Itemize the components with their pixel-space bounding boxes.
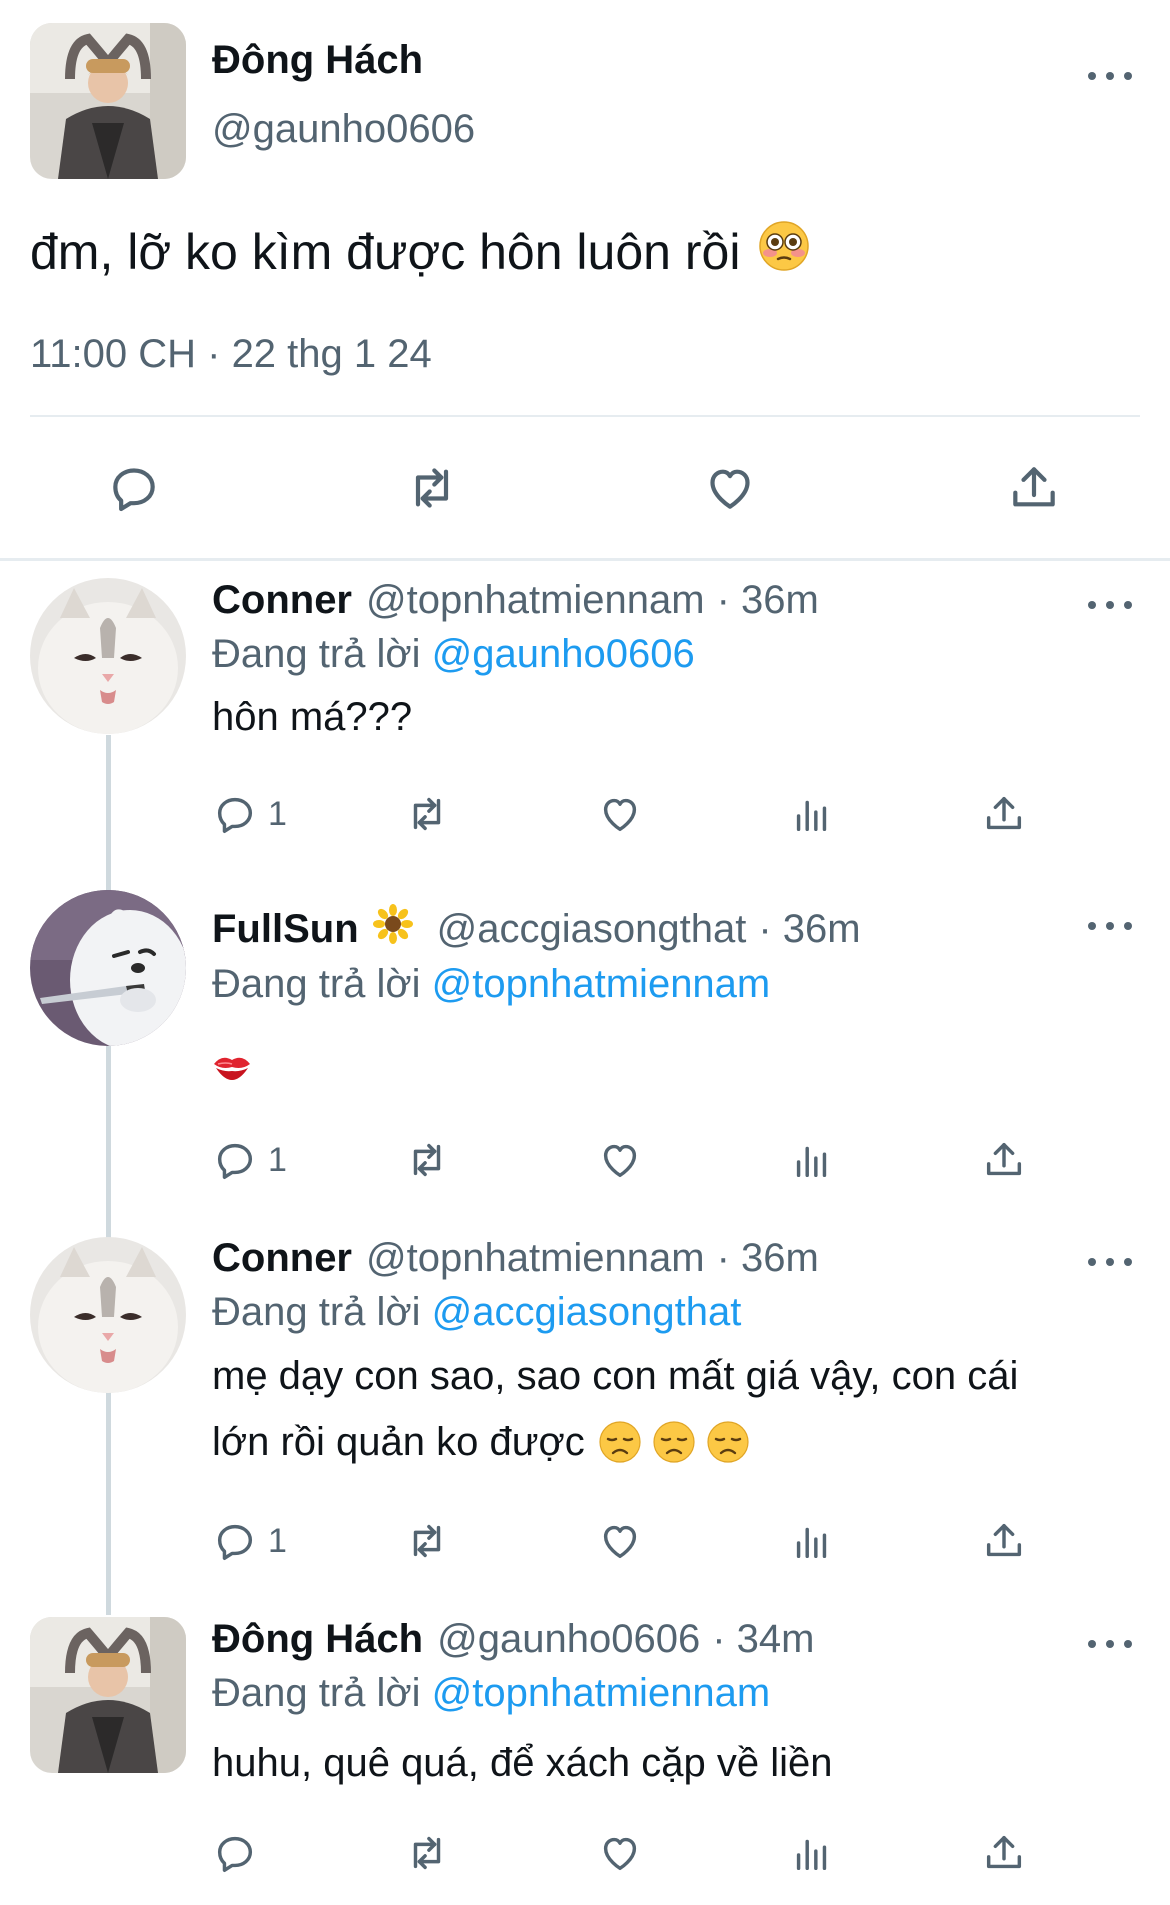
reply-count: 1	[268, 794, 287, 833]
reply-handle[interactable]: @topnhatmiennam	[366, 578, 705, 623]
replying-to-mention[interactable]: @topnhatmiennam	[432, 962, 771, 1006]
more-options-icon[interactable]	[1088, 595, 1132, 615]
kiss-mark-emoji	[212, 1050, 252, 1089]
reply-button[interactable]: 1	[212, 1137, 287, 1183]
replying-to-prefix: Đang trả lời	[212, 962, 421, 1006]
replying-to-mention[interactable]: @topnhatmiennam	[432, 1671, 771, 1715]
reply-button[interactable]: 1	[212, 791, 287, 837]
tweet-text-body: đm, lỡ ko kìm được hôn luôn rồi	[30, 224, 741, 280]
replying-to: Đang trả lời @topnhatmiennam	[212, 962, 770, 1007]
like-icon[interactable]	[597, 1137, 643, 1183]
reply-text-line: mẹ dạy con sao, sao con mất giá vậy, con…	[212, 1354, 1019, 1398]
author-display-name[interactable]: Đông Hách	[212, 38, 423, 83]
reply-header: Conner @topnhatmiennam · 36m	[212, 1236, 819, 1281]
reply-header: FullSun @accgiasongthat · 36m	[212, 904, 861, 954]
replying-to-prefix: Đang trả lời	[212, 632, 421, 676]
share-icon[interactable]	[981, 1830, 1027, 1876]
reply-display-name[interactable]: Conner	[212, 1236, 352, 1281]
reply-handle[interactable]: @gaunho0606	[437, 1617, 700, 1662]
retweet-icon[interactable]	[404, 460, 460, 516]
disappointed-face-emoji	[653, 1421, 695, 1463]
section-divider	[0, 558, 1170, 561]
reply-header: Đông Hách @gaunho0606 · 34m	[212, 1617, 814, 1662]
tweet-text: đm, lỡ ko kìm được hôn luôn rồi	[30, 220, 810, 284]
more-options-icon[interactable]	[1088, 1634, 1132, 1654]
analytics-icon[interactable]	[789, 1830, 835, 1876]
reply-handle[interactable]: @accgiasongthat	[437, 907, 747, 952]
reply-time[interactable]: · 36m	[717, 1236, 819, 1281]
reply-display-name[interactable]: Conner	[212, 578, 352, 623]
retweet-icon[interactable]	[404, 1830, 450, 1876]
disappointed-face-emojis	[599, 1421, 749, 1463]
sunflower-emoji	[372, 904, 413, 954]
analytics-icon[interactable]	[789, 1137, 835, 1183]
reply-icon[interactable]	[212, 1830, 258, 1876]
reply-handle[interactable]: @topnhatmiennam	[366, 1236, 705, 1281]
like-icon[interactable]	[597, 1518, 643, 1564]
reply-icon[interactable]	[212, 791, 258, 837]
reply-text: hôn má???	[212, 695, 413, 739]
reply-count: 1	[268, 1140, 287, 1179]
more-options-icon[interactable]	[1088, 1252, 1132, 1272]
replying-to-prefix: Đang trả lời	[212, 1671, 421, 1715]
more-options-icon[interactable]	[1088, 916, 1132, 936]
reply-header: Conner @topnhatmiennam · 36m	[212, 578, 819, 623]
tweet-timestamp[interactable]: 11:00 CH · 22 thg 1 24	[30, 332, 432, 377]
replying-to-prefix: Đang trả lời	[212, 1290, 421, 1334]
reply-text: mẹ dạy con sao, sao con mất giá vậy, con…	[212, 1352, 1112, 1466]
disappointed-face-emoji	[599, 1421, 641, 1463]
reply-time[interactable]: · 36m	[717, 578, 819, 623]
like-icon[interactable]	[597, 791, 643, 837]
share-icon[interactable]	[981, 1137, 1027, 1183]
replying-to: Đang trả lời @topnhatmiennam	[212, 1671, 770, 1716]
disappointed-face-emoji	[707, 1421, 749, 1463]
share-icon[interactable]	[1006, 460, 1062, 516]
replying-to: Đang trả lời @gaunho0606	[212, 632, 695, 677]
retweet-icon[interactable]	[404, 1137, 450, 1183]
divider	[30, 415, 1140, 417]
reply-count: 1	[268, 1521, 287, 1560]
more-options-icon[interactable]	[1088, 66, 1132, 86]
reply-icon[interactable]	[212, 1518, 258, 1564]
thread-line	[106, 735, 111, 1615]
reply-display-name[interactable]: FullSun	[212, 907, 359, 952]
reply-icon[interactable]	[212, 1137, 258, 1183]
replying-to-mention[interactable]: @gaunho0606	[432, 632, 695, 676]
reply-button[interactable]: 1	[212, 1518, 287, 1564]
avatar-accgiasongthat[interactable]	[30, 890, 186, 1046]
reply-text: huhu, quê quá, để xách cặp về liền	[212, 1741, 833, 1785]
reply-time[interactable]: · 36m	[758, 907, 860, 952]
share-icon[interactable]	[981, 791, 1027, 837]
reply-text-line-wrap: lớn rồi quản ko được	[212, 1418, 1112, 1466]
replying-to-mention[interactable]: @accgiasongthat	[432, 1290, 742, 1334]
share-icon[interactable]	[981, 1518, 1027, 1564]
like-icon[interactable]	[702, 460, 758, 516]
avatar-gaunho0606[interactable]	[30, 23, 186, 179]
avatar-topnhatmiennam[interactable]	[30, 1237, 186, 1393]
like-icon[interactable]	[597, 1830, 643, 1876]
avatar-topnhatmiennam[interactable]	[30, 578, 186, 734]
analytics-icon[interactable]	[789, 791, 835, 837]
reply-display-name[interactable]: Đông Hách	[212, 1617, 423, 1662]
reply-text-line: lớn rồi quản ko được	[212, 1420, 585, 1464]
retweet-icon[interactable]	[404, 1518, 450, 1564]
reply-icon[interactable]	[106, 460, 162, 516]
retweet-icon[interactable]	[404, 791, 450, 837]
reply-time[interactable]: · 34m	[712, 1617, 814, 1662]
analytics-icon[interactable]	[789, 1518, 835, 1564]
replying-to: Đang trả lời @accgiasongthat	[212, 1290, 741, 1335]
flushed-face-emoji	[758, 220, 810, 284]
author-handle[interactable]: @gaunho0606	[212, 107, 475, 152]
avatar-gaunho0606[interactable]	[30, 1617, 186, 1773]
